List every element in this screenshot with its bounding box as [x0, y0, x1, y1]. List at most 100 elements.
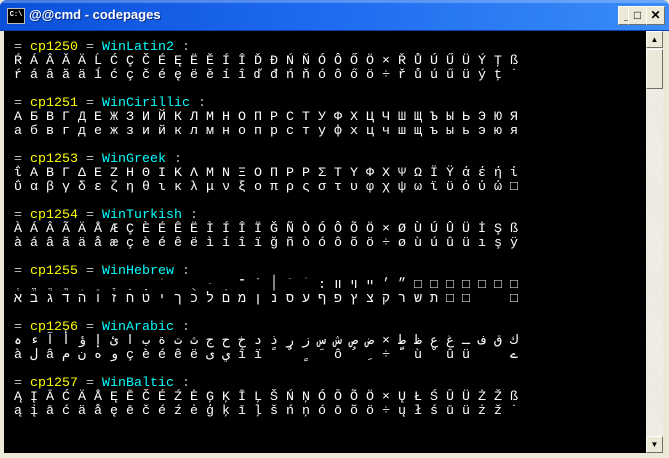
- char-cell: е: [94, 124, 102, 139]
- char-cell: □: [510, 278, 518, 293]
- char-cell: ×: [382, 334, 390, 349]
- char-cell: м: [206, 124, 214, 139]
- char-cell: ь: [462, 124, 470, 139]
- char-cell: Ń: [286, 390, 294, 405]
- codepage-section: = cp1253 = WinGreek :ΐΑΒΓΔΕΖΗΘΙΚΛΜΝΞΟΠΡΡ…: [14, 153, 526, 195]
- char-cell: Ñ: [286, 222, 294, 237]
- char-cell: å: [94, 404, 102, 419]
- close-button[interactable]: ✕: [646, 6, 665, 25]
- char-cell: ײ: [366, 278, 374, 293]
- char-cell: ذ: [270, 334, 279, 349]
- char-cell: ж: [110, 124, 118, 139]
- char-cell: Î: [238, 54, 246, 69]
- char-cell: ô: [334, 68, 342, 83]
- char-cell: Õ: [350, 222, 358, 237]
- char-cell: Β: [46, 166, 54, 181]
- char-cell: Đ: [270, 54, 278, 69]
- char-cell: ä: [78, 404, 86, 419]
- char-cell: ļ: [254, 404, 262, 419]
- char-cell: š: [270, 404, 278, 419]
- upper-char-row: ہ ء آ أ ؤ إ ئ ا ب ة ت ث ج ح خ د ذ ر ز س ش ص ض × ط ظ ع غ ـ ف ق ك: [14, 335, 526, 349]
- char-cell: ؤ: [78, 334, 87, 349]
- char-cell: À: [14, 222, 22, 237]
- section-header: = cp1256 = WinArabic :: [14, 320, 190, 335]
- char-cell: □: [446, 278, 454, 293]
- char-cell: ˙: [510, 68, 518, 83]
- char-cell: ×: [382, 390, 390, 405]
- char-cell: Х: [350, 110, 358, 125]
- char-cell: ٌ: [286, 349, 302, 363]
- char-cell: ι: [158, 180, 166, 195]
- char-cell: н: [222, 124, 230, 139]
- scroll-up-button[interactable]: ▲: [646, 31, 663, 48]
- char-cell: ê: [174, 348, 182, 363]
- char-cell: Ŕ: [14, 54, 22, 69]
- char-cell: õ: [350, 404, 358, 419]
- char-cell: ú: [430, 68, 438, 83]
- char-cell: Ω: [414, 166, 422, 181]
- char-cell: □: [510, 292, 518, 307]
- char-cell: а: [14, 124, 22, 139]
- maximize-button[interactable]: □: [628, 6, 647, 25]
- console-icon[interactable]: C:\: [7, 8, 25, 24]
- char-cell: п: [254, 124, 262, 139]
- char-cell: ń: [286, 68, 294, 83]
- title-bar[interactable]: C:\ @@cmd - codepages _ □ ✕: [0, 0, 669, 31]
- char-cell: ц: [366, 124, 374, 139]
- scroll-down-button[interactable]: ▼: [646, 436, 663, 453]
- char-cell: θ: [142, 180, 150, 195]
- codepage-section: = cp1257 = WinBaltic :ĄĮĀĆÄÅĘĒČÉŹĖĢĶĪĻŠŃ…: [14, 377, 526, 419]
- char-cell: Ģ: [206, 390, 214, 405]
- char-cell: Ц: [366, 110, 374, 125]
- char-cell: ك: [510, 334, 519, 349]
- char-cell: Õ: [350, 390, 358, 405]
- char-cell: Ξ: [238, 166, 246, 181]
- char-cell: č: [142, 404, 150, 419]
- vertical-scrollbar[interactable]: ▲ ▼: [646, 31, 663, 453]
- char-cell: ū: [446, 404, 454, 419]
- char-cell: у: [318, 124, 326, 139]
- char-cell: Ř: [398, 54, 406, 69]
- char-cell: Щ: [414, 110, 422, 125]
- char-cell: □: [462, 292, 470, 307]
- char-cell: ç: [126, 236, 134, 251]
- window-title: @@cmd - codepages: [29, 7, 161, 22]
- char-cell: ּ: [206, 279, 222, 293]
- char-cell: Ğ: [270, 222, 278, 237]
- char-cell: é: [158, 404, 166, 419]
- char-cell: я: [510, 124, 518, 139]
- char-cell: Ä: [78, 390, 86, 405]
- char-cell: Ă: [62, 54, 70, 69]
- char-cell: ז: [110, 292, 118, 307]
- char-cell: П: [254, 110, 262, 125]
- char-cell: σ: [318, 180, 326, 195]
- codepage-name: WinLatin2: [102, 40, 174, 55]
- char-cell: Ň: [302, 54, 310, 69]
- char-cell: Η: [126, 166, 134, 181]
- char-cell: ů: [414, 68, 422, 83]
- char-cell: ث: [190, 334, 199, 349]
- char-cell: ÷: [382, 404, 390, 419]
- char-cell: ß: [510, 54, 518, 69]
- char-cell: ת: [430, 292, 438, 307]
- char-cell: Ë: [190, 222, 198, 237]
- char-cell: Č: [142, 390, 150, 405]
- char-cell: י: [158, 292, 166, 307]
- char-cell: ύ: [478, 180, 486, 195]
- char-cell: ģ: [206, 404, 214, 419]
- codepage-id: cp1257: [30, 376, 78, 391]
- char-cell: Ö: [366, 390, 374, 405]
- char-cell: Ō: [334, 390, 342, 405]
- char-cell: Ć: [110, 54, 118, 69]
- char-cell: □: [462, 278, 470, 293]
- scroll-thumb[interactable]: [646, 49, 663, 89]
- char-cell: Å: [94, 222, 102, 237]
- console-output[interactable]: = cp1250 = WinLatin2 :ŔÁÂĂÄĹĆÇČÉĘËĚÍÎĎĐŃ…: [4, 31, 646, 453]
- char-cell: Γ: [62, 166, 70, 181]
- char-cell: ı: [478, 236, 486, 251]
- char-cell: Ô: [334, 222, 342, 237]
- char-cell: [478, 349, 494, 363]
- char-cell: Ź: [174, 390, 182, 405]
- char-cell: ÿ: [510, 236, 518, 251]
- char-cell: ם: [222, 292, 230, 307]
